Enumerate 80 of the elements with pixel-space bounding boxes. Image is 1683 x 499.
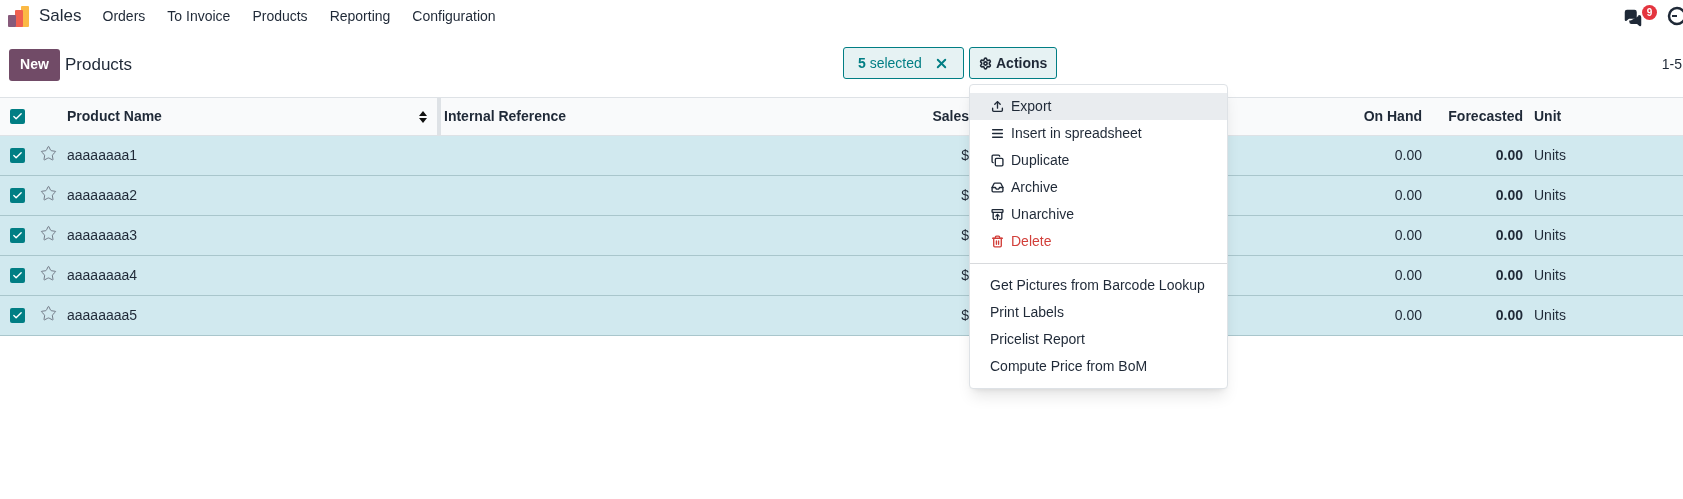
trash-icon: [991, 235, 1004, 248]
column-header[interactable]: Sales: [932, 108, 969, 124]
sort-icon[interactable]: [419, 110, 427, 123]
app-name[interactable]: Sales: [39, 3, 82, 29]
column-header[interactable]: Unit: [1534, 108, 1562, 124]
table-cell: aaaaaaaa3: [67, 227, 138, 243]
menu-item[interactable]: Unarchive: [970, 201, 1227, 228]
page-title: Products: [65, 53, 133, 76]
star-icon[interactable]: [40, 185, 57, 202]
table-cell: $: [961, 307, 969, 323]
table-cell: Units: [1534, 187, 1566, 203]
menu-item[interactable]: Pricelist Report: [970, 326, 1227, 353]
menu-item[interactable]: Delete: [970, 228, 1227, 255]
row-checkbox[interactable]: [10, 268, 25, 283]
checkmark-icon: [12, 111, 23, 122]
table-cell: 0.00: [1495, 307, 1523, 323]
table-cell: 0.00: [1394, 227, 1422, 243]
checkmark-icon: [12, 190, 23, 201]
table-cell: Units: [1534, 307, 1566, 323]
table-cell: $: [961, 147, 969, 163]
notification-badge: 9: [1642, 4, 1657, 20]
checkmark-icon: [12, 270, 23, 281]
pager[interactable]: 1-5: [1661, 54, 1682, 75]
table-cell: 0.00: [1495, 227, 1523, 243]
gear-icon: [979, 56, 992, 70]
copy-icon: [991, 154, 1004, 167]
star-icon[interactable]: [40, 145, 57, 162]
table-cell: Units: [1534, 227, 1566, 243]
row-checkbox[interactable]: [10, 228, 25, 243]
chat-icon[interactable]: [1624, 9, 1642, 27]
row-checkbox[interactable]: [10, 109, 25, 124]
menu-item[interactable]: Print Labels: [970, 299, 1227, 326]
checkmark-icon: [12, 150, 23, 161]
upload-icon: [991, 100, 1004, 113]
table-cell: aaaaaaaa4: [67, 267, 138, 283]
new-button[interactable]: New: [9, 48, 60, 81]
table-cell: 0.00: [1495, 187, 1523, 203]
menu-item[interactable]: Compute Price from BoM: [970, 353, 1227, 380]
nav-menu-item[interactable]: Products: [252, 5, 308, 27]
menu-item[interactable]: Export: [970, 93, 1227, 120]
menu-item[interactable]: Insert in spreadsheet: [970, 120, 1227, 147]
nav-menu-item[interactable]: To Invoice: [167, 5, 231, 27]
table-cell: Units: [1534, 147, 1566, 163]
column-header[interactable]: Forecasted: [1448, 108, 1523, 124]
table-cell: Units: [1534, 267, 1566, 283]
column-header[interactable]: Internal Reference: [444, 108, 567, 124]
table-cell: 0.00: [1495, 267, 1523, 283]
table-cell: 0.00: [1495, 147, 1523, 163]
star-icon[interactable]: [40, 305, 57, 322]
star-icon[interactable]: [40, 265, 57, 282]
table-cell: $: [961, 227, 969, 243]
table-cell: 0.00: [1394, 187, 1422, 203]
column-header[interactable]: Product Name: [67, 106, 162, 127]
table-cell: aaaaaaaa5: [67, 307, 138, 323]
table-cell: aaaaaaaa1: [67, 147, 138, 163]
checkmark-icon: [12, 230, 23, 241]
selection-count: 5 selected: [858, 53, 922, 73]
nav-menu-item[interactable]: Orders: [102, 5, 146, 27]
table-cell: 0.00: [1394, 267, 1422, 283]
app-logo-icon[interactable]: [8, 5, 29, 27]
menu-item[interactable]: Archive: [970, 174, 1227, 201]
table-cell: $: [961, 267, 969, 283]
checkmark-icon: [12, 310, 23, 321]
row-checkbox[interactable]: [10, 188, 25, 203]
table-cell: aaaaaaaa2: [67, 187, 138, 203]
nav-menu-item[interactable]: Reporting: [329, 5, 391, 27]
upload-tray-icon: [991, 208, 1004, 221]
table-cell: 0.00: [1394, 147, 1422, 163]
actions-button[interactable]: Actions: [969, 47, 1058, 79]
table-cell: $: [961, 187, 969, 203]
inbox-icon: [991, 181, 1004, 194]
column-header[interactable]: On Hand: [1363, 108, 1422, 124]
star-icon[interactable]: [40, 225, 57, 242]
table-cell: 0.00: [1394, 307, 1422, 323]
menu-item[interactable]: Get Pictures from Barcode Lookup: [970, 272, 1227, 299]
nav-menu-item[interactable]: Configuration: [412, 5, 496, 27]
menu-item[interactable]: Duplicate: [970, 147, 1227, 174]
lines-icon: [991, 127, 1004, 140]
row-checkbox[interactable]: [10, 148, 25, 163]
row-checkbox[interactable]: [10, 308, 25, 323]
